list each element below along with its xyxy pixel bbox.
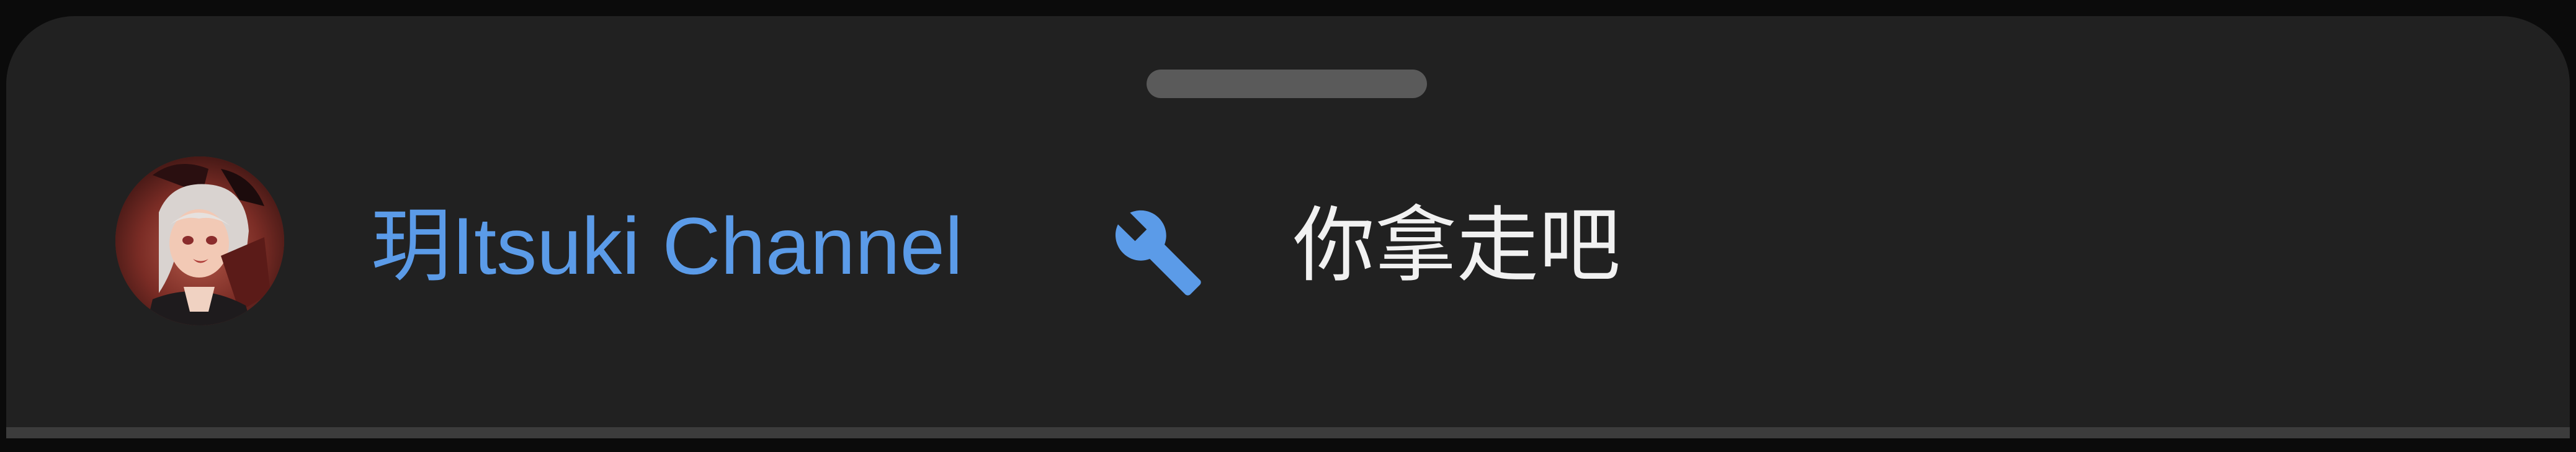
author-name[interactable]: 玥Itsuki Channel xyxy=(371,199,963,292)
wrench-icon xyxy=(1115,210,1201,296)
comment-sheet: 玥Itsuki Channel 你拿走吧 xyxy=(6,16,2570,438)
avatar[interactable] xyxy=(115,156,284,325)
comment-text: 你拿走吧 xyxy=(1293,198,1621,294)
avatar-image xyxy=(115,156,284,325)
comment-row: 玥Itsuki Channel 你拿走吧 xyxy=(6,153,2570,327)
drag-handle[interactable] xyxy=(1147,70,1427,98)
divider xyxy=(6,427,2570,438)
